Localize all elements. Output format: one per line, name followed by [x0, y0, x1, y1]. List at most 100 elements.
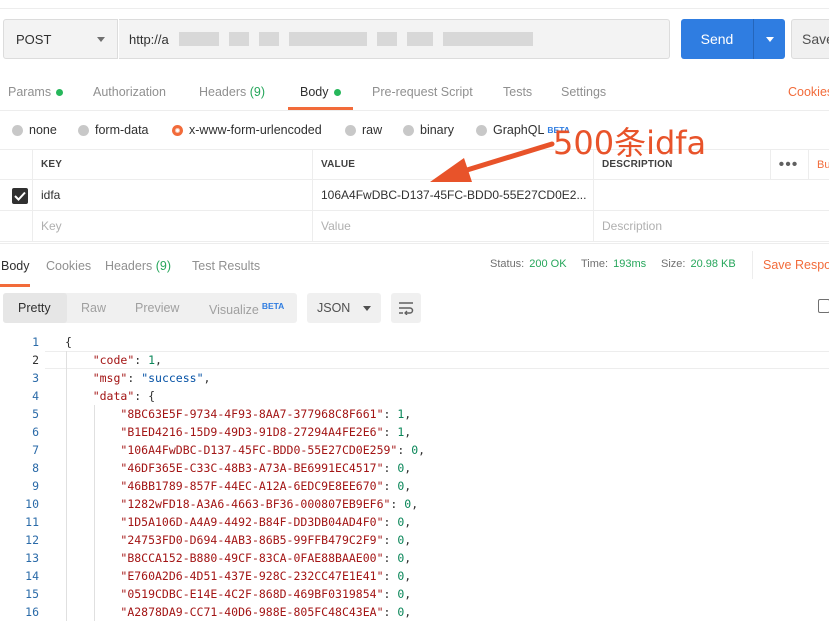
json-punctuation [65, 443, 120, 457]
request-bar: POST http://a Send Save [3, 19, 829, 59]
radio-circle [12, 124, 23, 136]
tab-label: Settings [561, 85, 607, 99]
json-punctuation: , [404, 551, 412, 565]
tab-params[interactable]: Params [8, 85, 64, 99]
response-tab-body[interactable]: Body [1, 259, 30, 273]
bulk-edit-link[interactable]: Bu [808, 150, 829, 179]
json-punctuation: : [383, 479, 398, 493]
tab-pre-request-script[interactable]: Pre-request Script [372, 85, 473, 99]
radio-label: GraphQL [493, 123, 545, 137]
wrap-lines-button[interactable] [391, 293, 421, 323]
code-text: "B8CCA152-B880-49CF-83CA-0FAE88BAAE00": … [65, 549, 411, 567]
json-punctuation: , [404, 569, 412, 583]
code-line: 9 "46BB1789-857F-44EC-A12A-6EDC9E8EE670"… [0, 477, 829, 495]
json-key: "1282wFD18-A3A6-4663-BF36-000807EB9EF6" [120, 497, 391, 511]
mode-visualize[interactable]: Visualize BETA [209, 301, 284, 317]
radio-label: form-data [95, 123, 149, 137]
time-label: Time: [581, 258, 609, 270]
save-button[interactable]: Save [791, 19, 829, 59]
json-punctuation [65, 605, 120, 619]
param-key[interactable]: idfa [32, 180, 312, 210]
chevron-down-icon [765, 36, 774, 42]
response-tab-headers[interactable]: Headers (9) [105, 259, 171, 273]
save-response-button[interactable]: Save Respon [752, 251, 829, 279]
tab-body[interactable]: Body [300, 85, 341, 99]
json-punctuation [65, 569, 120, 583]
json-punctuation [65, 479, 120, 493]
code-text: "code": 1, [65, 351, 162, 369]
line-number: 9 [32, 479, 39, 493]
radio-raw[interactable]: raw [345, 123, 382, 137]
tab-settings[interactable]: Settings [561, 85, 606, 99]
code-text: "46DF365E-C33C-48B3-A73A-BE6991EC4517": … [65, 459, 411, 477]
more-horizontal-icon[interactable]: ••• [770, 150, 806, 179]
line-number: 1 [32, 335, 39, 349]
json-punctuation [65, 533, 120, 547]
json-key: "code" [92, 353, 135, 367]
format-select[interactable]: JSON [307, 293, 381, 323]
wrap-lines-icon [399, 302, 414, 315]
param-description[interactable] [593, 180, 829, 210]
code-line: 13 "B8CCA152-B880-49CF-83CA-0FAE88BAAE00… [0, 549, 829, 567]
tab-tests[interactable]: Tests [503, 85, 532, 99]
json-punctuation [65, 587, 120, 601]
mode-preview[interactable]: Preview [135, 301, 179, 315]
copy-icon[interactable] [818, 299, 829, 313]
json-string: "success" [141, 371, 204, 385]
url-input[interactable]: http://a [119, 19, 670, 59]
line-number: 10 [25, 497, 39, 511]
description-placeholder[interactable]: Description [593, 211, 829, 241]
size-value: 20.98 KB [690, 258, 736, 270]
code-text: "8BC63E5F-9734-4F93-8AA7-377968C8F661": … [65, 405, 411, 423]
cookies-link[interactable]: Cookies [788, 85, 829, 99]
tab-label: Pre-request Script [372, 85, 473, 99]
json-punctuation: : [397, 443, 412, 457]
radio-binary[interactable]: binary [403, 123, 454, 137]
tab-count: (9) [155, 259, 172, 273]
table-row-empty: Key Value Description [0, 211, 829, 242]
redacted-block [258, 32, 279, 46]
json-key: "46DF365E-C33C-48B3-A73A-BE6991EC4517" [120, 461, 384, 475]
code-line: 8 "46DF365E-C33C-48B3-A73A-BE6991EC4517"… [0, 459, 829, 477]
json-punctuation: , [404, 461, 412, 475]
active-tab-indicator [288, 107, 353, 110]
json-punctuation: , [155, 353, 162, 367]
code-text: "E760A2D6-4D51-437E-928C-232CC47E1E41": … [65, 567, 411, 585]
tab-headers[interactable]: Headers (9) [199, 85, 265, 99]
send-options-button[interactable] [754, 36, 785, 42]
mode-raw[interactable]: Raw [81, 301, 106, 315]
response-code-viewer[interactable]: 1{2 "code": 1, 3 "msg": "success", 4 "data… [0, 333, 829, 621]
row-enabled-checkbox[interactable] [12, 188, 28, 204]
radio-x-www-form-urlencoded[interactable]: x-www-form-urlencoded [172, 123, 322, 137]
time-value: 193ms [613, 258, 647, 270]
json-key: "E760A2D6-4D51-437E-928C-232CC47E1E41" [120, 569, 384, 583]
table-row: idfa 106A4FwDBC-D137-45FC-BDD0-55E27CD0E… [0, 180, 829, 211]
line-number: 8 [32, 461, 39, 475]
line-number: 7 [32, 443, 39, 457]
json-punctuation: : [390, 497, 405, 511]
request-tabs: Params Authorization Headers (9) Body Pr… [0, 73, 829, 111]
response-tab-cookies[interactable]: Cookies [46, 259, 91, 273]
json-punctuation: , [404, 515, 412, 529]
current-line-highlight [45, 351, 829, 369]
tab-authorization[interactable]: Authorization [93, 85, 166, 99]
value-placeholder[interactable]: Value [312, 211, 593, 241]
method-select[interactable]: POST [3, 19, 118, 59]
code-text: "0519CDBC-E14E-4C2F-868D-469BF0319854": … [65, 585, 411, 603]
json-key: "0519CDBC-E14E-4C2F-868D-469BF0319854" [120, 587, 384, 601]
json-key: "msg" [92, 371, 128, 385]
viewer-toolbar: Pretty Raw Preview Visualize BETA JSON [3, 293, 829, 323]
json-punctuation: : [383, 605, 398, 619]
mode-pretty[interactable]: Pretty [18, 301, 51, 315]
json-punctuation: : [383, 533, 398, 547]
line-number: 15 [25, 587, 39, 601]
status-dot-icon [333, 89, 341, 97]
json-punctuation: : [127, 371, 142, 385]
send-button[interactable]: Send [681, 19, 785, 59]
json-key: "A2878DA9-CC71-40D6-988E-805FC48C43EA" [120, 605, 384, 619]
key-placeholder[interactable]: Key [32, 211, 312, 241]
radio-none[interactable]: none [12, 123, 57, 137]
radio-label: x-www-form-urlencoded [189, 123, 322, 137]
radio-form-data[interactable]: form-data [78, 123, 149, 137]
response-tab-test-results[interactable]: Test Results [192, 259, 260, 273]
